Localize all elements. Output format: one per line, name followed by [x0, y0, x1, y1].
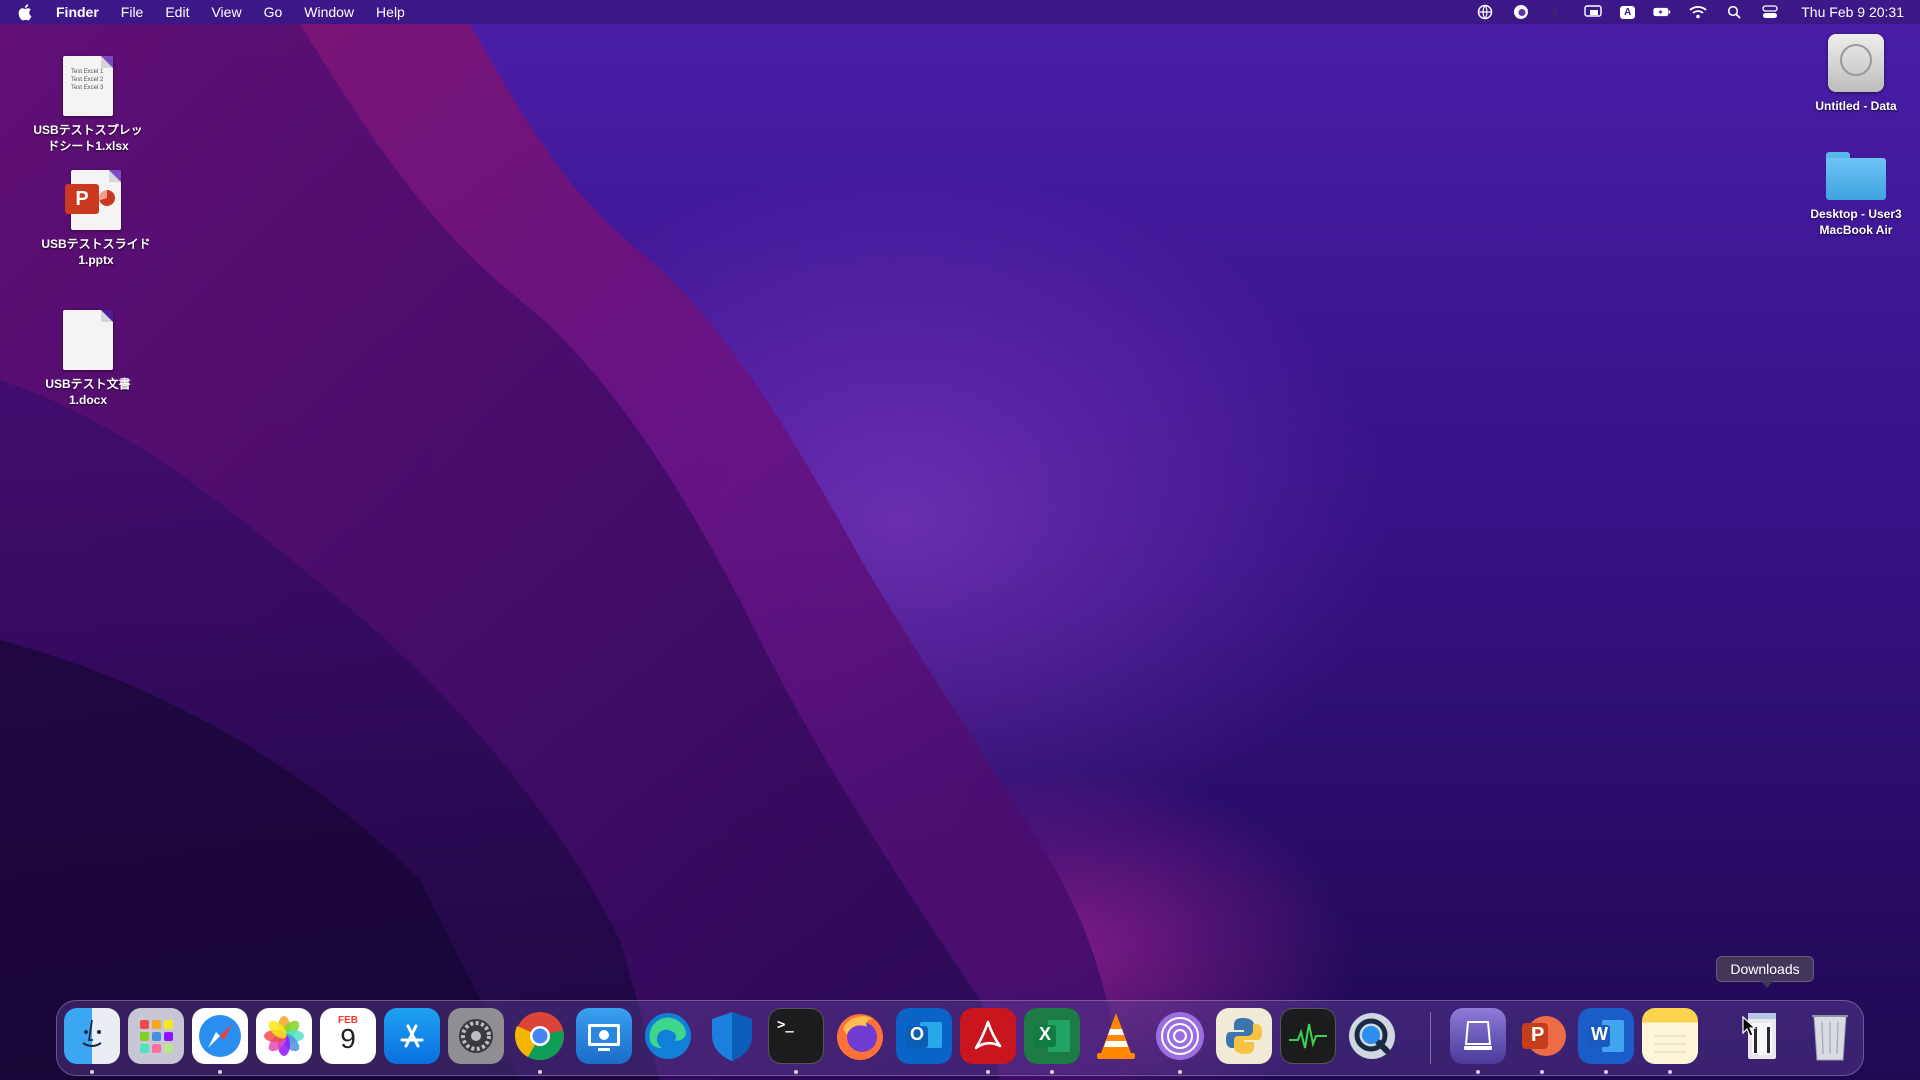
menu-help[interactable]: Help	[376, 4, 405, 20]
photos-icon[interactable]	[256, 1008, 312, 1064]
running-indicator	[1476, 1070, 1480, 1074]
input-source-icon[interactable]: A	[1620, 5, 1636, 19]
calendar-day: 9	[340, 1022, 356, 1054]
menu-view[interactable]: View	[211, 4, 241, 20]
acrobat-icon[interactable]	[960, 1008, 1016, 1064]
wifi-icon[interactable]	[1689, 4, 1707, 20]
menu-bar: Finder File Edit View Go Window Help A T…	[0, 0, 1920, 24]
edge-icon[interactable]	[640, 1008, 696, 1064]
trash-icon[interactable]	[1802, 1008, 1858, 1064]
menu-edit[interactable]: Edit	[165, 4, 189, 20]
ppt-badge: P	[65, 184, 99, 214]
apple-logo-icon[interactable]	[18, 3, 34, 21]
running-indicator	[538, 1070, 542, 1074]
battery-charging-icon[interactable]	[1653, 4, 1671, 20]
powerpoint-icon[interactable]: P	[1514, 1008, 1570, 1064]
chrome-icon[interactable]	[512, 1008, 568, 1064]
running-indicator	[1540, 1070, 1544, 1074]
system-preferences-icon[interactable]	[448, 1008, 504, 1064]
xlsx-preview-line: Test Excel 1	[71, 69, 104, 75]
xlsx-file-icon: Test Excel 1 Test Excel 2 Test Excel 3	[63, 56, 113, 116]
word-icon[interactable]: W	[1578, 1008, 1634, 1064]
hard-drive-icon	[1828, 34, 1884, 92]
menu-window[interactable]: Window	[304, 4, 354, 20]
excel-icon[interactable]: X	[1024, 1008, 1080, 1064]
firefox-icon[interactable]	[832, 1008, 888, 1064]
finder-icon[interactable]	[64, 1008, 120, 1064]
xlsx-preview-line: Test Excel 3	[71, 85, 104, 91]
tor-browser-icon[interactable]	[1152, 1008, 1208, 1064]
menu-app-finder[interactable]: Finder	[56, 4, 99, 20]
outlook-letter: O	[910, 1024, 925, 1044]
desktop-icon-desktop-folder[interactable]: Desktop - User3 MacBook Air	[1786, 144, 1920, 238]
terminal-icon[interactable]: >_	[768, 1008, 824, 1064]
powerpoint-letter: P	[1531, 1024, 1545, 1046]
dock-tooltip: Downloads	[1716, 956, 1814, 988]
desktop-icon-docx[interactable]: USBテスト文書 1.docx	[18, 310, 158, 408]
python-icon[interactable]	[1216, 1008, 1272, 1064]
docx-file-icon	[63, 310, 113, 370]
desktop-icon-untitled-data[interactable]: Untitled - Data	[1786, 34, 1920, 114]
running-indicator	[1668, 1070, 1672, 1074]
running-indicator	[1604, 1070, 1608, 1074]
menu-file[interactable]: File	[121, 4, 144, 20]
app-store-icon[interactable]	[384, 1008, 440, 1064]
vlc-cone-icon[interactable]	[1088, 1008, 1144, 1064]
quicktime-icon[interactable]	[1344, 1008, 1400, 1064]
desktop-icon-label: Desktop - User3 MacBook Air	[1810, 207, 1902, 237]
calendar-icon[interactable]: FEB 9	[320, 1008, 376, 1064]
desktop-icon-label: Untitled - Data	[1815, 99, 1897, 113]
desktop-icon-xlsx[interactable]: Test Excel 1 Test Excel 2 Test Excel 3 U…	[18, 56, 158, 154]
safari-icon[interactable]	[192, 1008, 248, 1064]
menu-go[interactable]: Go	[264, 4, 283, 20]
edge-icon[interactable]	[1512, 4, 1530, 20]
pptx-file-icon: P	[65, 170, 121, 230]
xlsx-preview-line: Test Excel 2	[71, 77, 104, 83]
running-indicator	[794, 1070, 798, 1074]
remote-desktop-icon[interactable]	[576, 1008, 632, 1064]
outlook-icon[interactable]: O	[896, 1008, 952, 1064]
notes-icon[interactable]	[1642, 1008, 1698, 1064]
running-indicator	[218, 1070, 222, 1074]
running-indicator	[986, 1070, 990, 1074]
simulator-icon[interactable]	[1450, 1008, 1506, 1064]
folder-icon	[1826, 152, 1886, 200]
moon-icon[interactable]	[1548, 4, 1566, 20]
launchpad-icon[interactable]	[128, 1008, 184, 1064]
dock-separator	[1430, 1012, 1431, 1064]
screen-mirroring-icon[interactable]	[1584, 4, 1602, 20]
desktop-icon-pptx[interactable]: P USBテストスライド 1.pptx	[26, 170, 166, 268]
mouse-cursor-icon	[1742, 1016, 1757, 1037]
desktop-icon-label: USBテストスプレッ ドシート1.xlsx	[33, 123, 143, 153]
globe-sync-icon[interactable]	[1476, 4, 1494, 20]
word-letter: W	[1591, 1024, 1608, 1044]
control-center-icon[interactable]	[1761, 4, 1779, 20]
spotlight-search-icon[interactable]	[1725, 4, 1743, 20]
defender-shield-icon[interactable]	[704, 1008, 760, 1064]
running-indicator	[90, 1070, 94, 1074]
wallpaper	[0, 24, 1120, 1080]
terminal-prompt: >_	[777, 1017, 794, 1033]
desktop[interactable]: Finder File Edit View Go Window Help A T…	[0, 0, 1920, 1080]
menubar-clock[interactable]: Thu Feb 9 20:31	[1801, 4, 1904, 20]
running-indicator	[1178, 1070, 1182, 1074]
excel-letter: X	[1039, 1024, 1052, 1044]
activity-monitor-icon[interactable]	[1280, 1008, 1336, 1064]
desktop-icon-label: USBテストスライド 1.pptx	[41, 237, 151, 267]
desktop-icon-label: USBテスト文書 1.docx	[45, 377, 131, 407]
running-indicator	[1050, 1070, 1054, 1074]
